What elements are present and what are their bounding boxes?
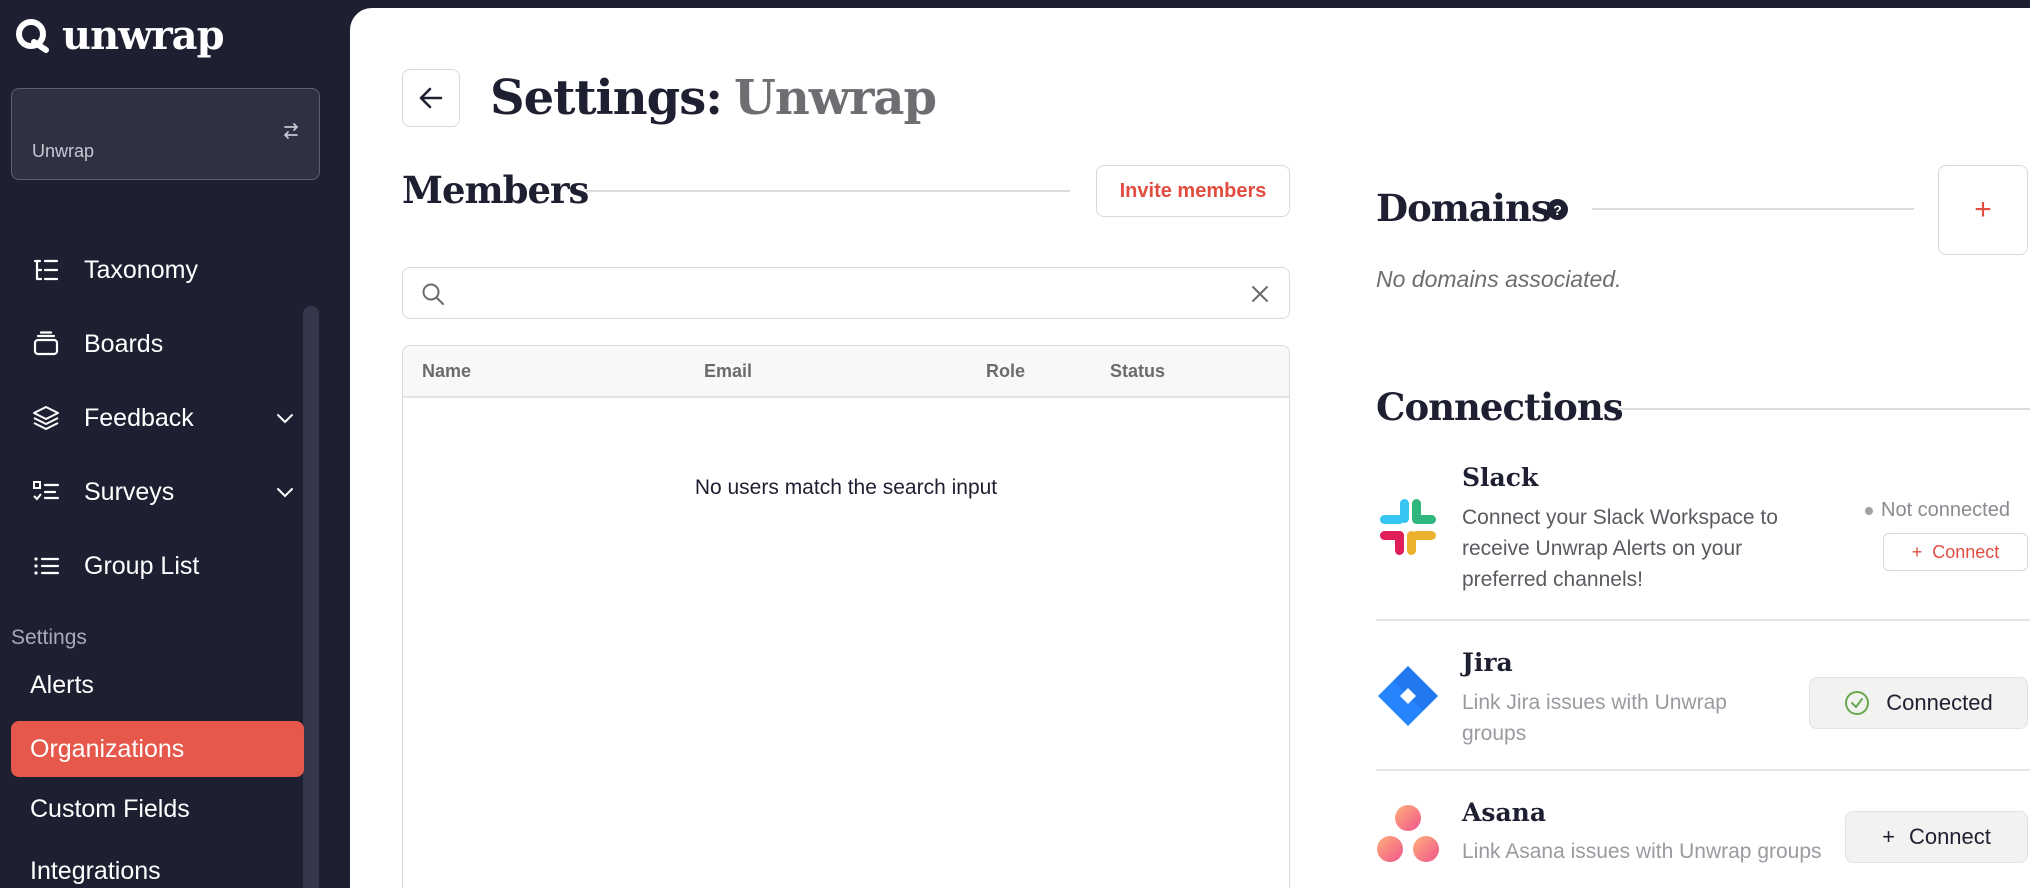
status-text: Not connected — [1881, 499, 2010, 521]
connection-description-jira: Link Jira issues with Unwrap groups — [1462, 687, 1727, 749]
chevron-down-icon[interactable] — [274, 481, 296, 503]
search-icon — [422, 283, 444, 305]
org-switcher-name: Unwrap — [32, 141, 95, 161]
column-header-role[interactable]: Role — [986, 361, 1025, 382]
description-line: Link Asana issues with Unwrap groups — [1462, 840, 1822, 863]
arrow-left-icon — [419, 87, 443, 109]
sidebar-item-boards[interactable]: Boards — [30, 324, 290, 364]
button-label: Connected — [1886, 690, 1993, 715]
connect-asana-button[interactable]: + Connect — [1845, 811, 2028, 863]
members-table: Name Email Role Status No users match th… — [402, 345, 1290, 888]
connect-slack-button[interactable]: + Connect — [1883, 533, 2028, 571]
divider — [1376, 769, 2030, 771]
boards-icon — [30, 328, 62, 360]
column-header-name[interactable]: Name — [422, 361, 471, 382]
connection-name-slack: Slack — [1462, 463, 1539, 492]
description-line: Link Jira issues with Unwrap — [1462, 691, 1727, 714]
unwrap-logo-icon — [16, 19, 49, 53]
chevron-down-icon[interactable] — [274, 407, 296, 429]
description-line: groups — [1462, 722, 1527, 745]
empty-state-message: No users match the search input — [694, 476, 998, 499]
sidebar: unwrap Unwrap Taxonomy Boards Feedback S… — [0, 0, 350, 888]
invite-members-button[interactable]: Invite members — [1096, 165, 1290, 217]
sidebar-item-taxonomy[interactable]: Taxonomy — [30, 250, 290, 290]
table-header: Name Email Role Status — [403, 346, 1289, 398]
page-title-org: Unwrap — [733, 70, 937, 126]
close-icon[interactable] — [1249, 283, 1271, 305]
page-title-prefix: Settings: — [490, 70, 723, 126]
page-title: Settings: Unwrap — [490, 70, 937, 126]
add-domain-button[interactable]: + — [1938, 165, 2028, 255]
search-input[interactable] — [459, 278, 1219, 310]
sidebar-item-label: Group List — [84, 551, 200, 580]
column-header-email[interactable]: Email — [704, 361, 752, 382]
help-icon[interactable]: ? — [1547, 199, 1568, 220]
jira-connected-button[interactable]: Connected — [1809, 677, 2028, 729]
taxonomy-icon — [30, 254, 62, 286]
back-button[interactable] — [402, 69, 460, 127]
sidebar-item-label: Boards — [84, 329, 164, 358]
connections-title: Connections — [1376, 385, 1624, 429]
column-header-status[interactable]: Status — [1110, 361, 1165, 382]
brand-name: unwrap — [62, 12, 225, 59]
slack-logo-icon — [1380, 499, 1436, 555]
divider — [1592, 208, 1914, 210]
logo[interactable]: unwrap — [12, 12, 225, 59]
button-label: Connect — [1932, 541, 2000, 562]
domains-title: Domains — [1376, 186, 1552, 230]
sidebar-item-organizations[interactable]: Organizations — [11, 721, 304, 777]
settings-section-label: Settings — [11, 626, 87, 649]
button-label: Connect — [1908, 824, 1991, 849]
sidebar-item-label: Feedback — [84, 403, 194, 432]
description-line: preferred channels! — [1462, 568, 1643, 591]
sidebar-item-label: Taxonomy — [84, 255, 198, 284]
members-title: Members — [402, 168, 589, 212]
divider — [1618, 408, 2030, 410]
connection-status-slack: Not connected — [1865, 499, 2010, 522]
status-dot — [1865, 506, 1873, 515]
list-icon — [30, 550, 62, 582]
description-line: Connect your Slack Workspace to — [1462, 506, 1778, 529]
main-panel: Settings: Unwrap Members Invite members N… — [350, 8, 2030, 888]
plus-icon: + — [1911, 541, 1923, 562]
swap-arrows-icon — [284, 123, 298, 139]
connection-name-jira: Jira — [1462, 648, 1513, 677]
org-switcher[interactable]: Unwrap — [11, 88, 320, 180]
connection-name-asana: Asana — [1462, 798, 1547, 827]
description-line: receive Unwrap Alerts on your — [1462, 537, 1743, 560]
sidebar-item-label: Surveys — [84, 477, 175, 506]
plus-icon: + — [1882, 824, 1895, 849]
sidebar-item-group-list[interactable]: Group List — [30, 546, 290, 586]
sidebar-item-integrations[interactable]: Integrations — [30, 857, 161, 886]
divider — [1376, 619, 2030, 621]
member-search — [402, 267, 1290, 319]
divider — [586, 190, 1070, 192]
sidebar-scrollbar[interactable] — [303, 306, 319, 888]
connection-description-asana: Link Asana issues with Unwrap groups — [1462, 836, 1822, 867]
check-circle-icon — [1845, 691, 1870, 715]
no-domains-message: No domains associated. — [1376, 266, 1622, 292]
sidebar-item-feedback[interactable]: Feedback — [30, 398, 293, 438]
connection-description-slack: Connect your Slack Workspace to receive … — [1462, 502, 1778, 595]
asana-logo-icon — [1377, 805, 1439, 862]
sidebar-item-custom-fields[interactable]: Custom Fields — [30, 795, 190, 824]
surveys-icon — [30, 476, 62, 508]
layers-icon — [30, 402, 62, 434]
sidebar-item-alerts[interactable]: Alerts — [30, 671, 94, 700]
sidebar-item-surveys[interactable]: Surveys — [30, 472, 293, 512]
jira-logo-icon — [1378, 666, 1438, 726]
